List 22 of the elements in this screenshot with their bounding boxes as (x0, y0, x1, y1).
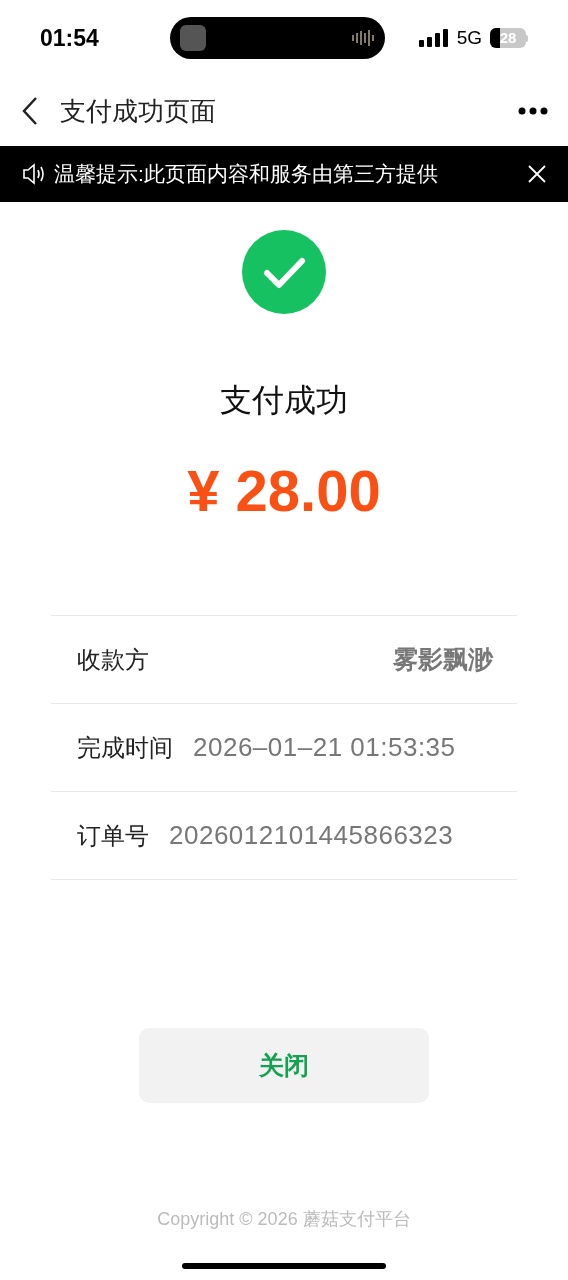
camera-icon (180, 25, 206, 51)
amount-text: ¥ 28.00 (187, 462, 381, 520)
network-label: 5G (456, 25, 482, 50)
detail-value: 雾影飘渺 (393, 643, 493, 675)
check-circle-icon (242, 230, 326, 314)
result-title: 支付成功 (220, 381, 348, 420)
close-icon[interactable] (528, 165, 546, 183)
back-icon[interactable] (20, 96, 40, 126)
notice-text: 温馨提示:此页面内容和服务由第三方提供 (54, 161, 438, 188)
detail-label: 订单号 (77, 820, 149, 851)
detail-value: 2026–01–21 01:53:35 (193, 731, 456, 764)
more-icon[interactable] (518, 107, 548, 115)
detail-value: 2026012101445866323 (169, 819, 454, 852)
detail-label: 完成时间 (77, 732, 173, 763)
waveform-icon (351, 29, 375, 47)
speaker-icon (22, 163, 46, 185)
detail-label: 收款方 (77, 644, 149, 675)
copyright-text: Copyright © 2026 蘑菇支付平台 (157, 1208, 411, 1231)
close-button[interactable]: 关闭 (139, 1028, 429, 1103)
status-time: 01:54 (40, 23, 100, 53)
page-title: 支付成功页面 (60, 94, 216, 128)
signal-icon (418, 29, 449, 47)
